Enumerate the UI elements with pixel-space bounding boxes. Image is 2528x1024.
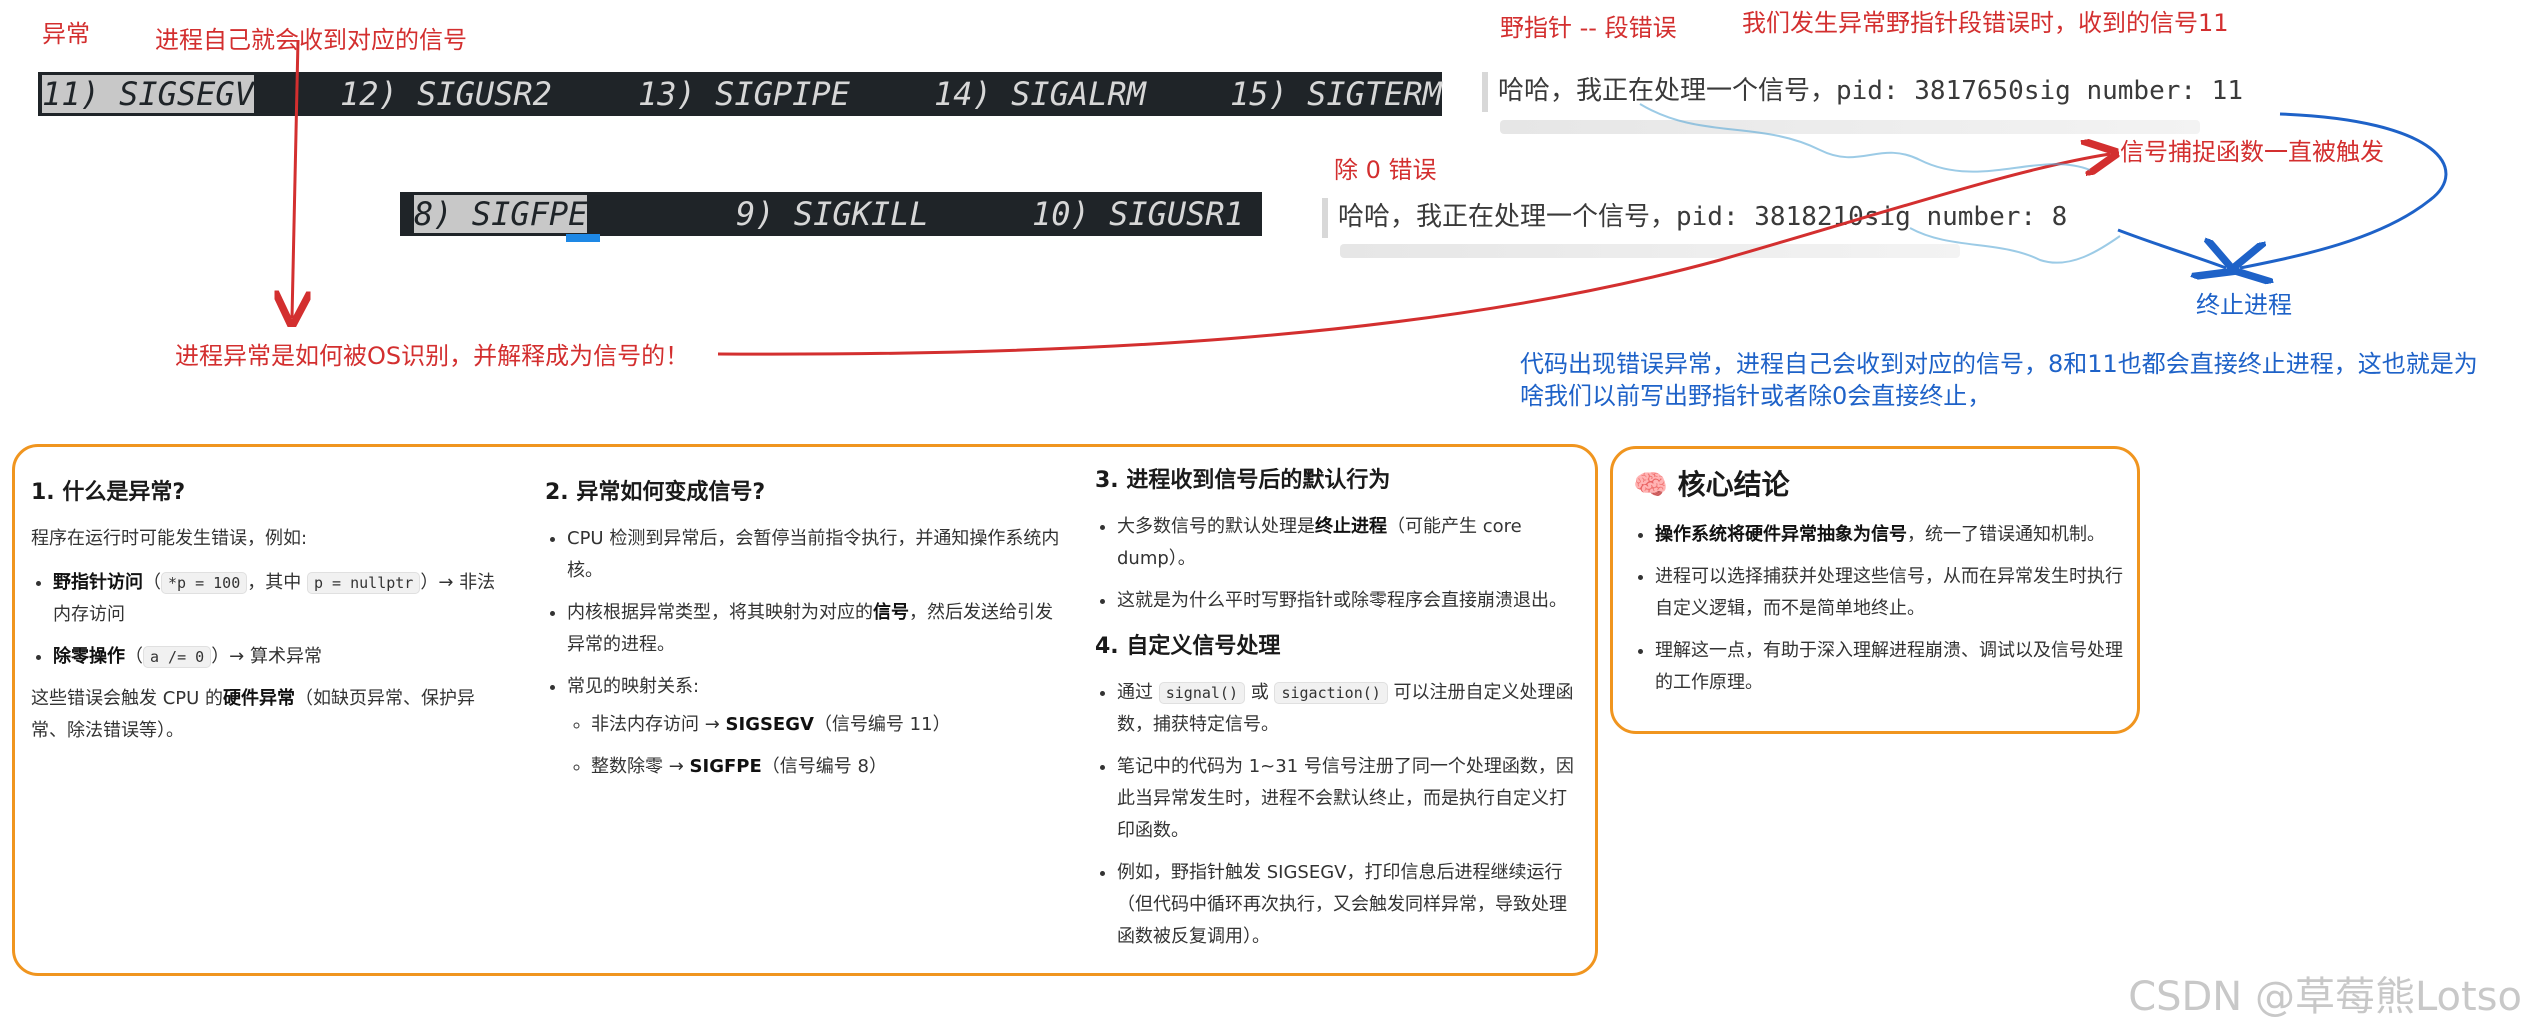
list-item: 大多数信号的默认处理是终止进程（可能产生 core dump）。: [1117, 511, 1575, 575]
list-item: 常见的映射关系: 非法内存访问 → SIGSEGV（信号编号 11） 整数除零 …: [567, 671, 1065, 783]
list-item: 除零操作（a /= 0）→ 算术异常: [53, 641, 511, 673]
output-gutter: [1322, 197, 1328, 238]
sub-list-item: 整数除零 → SIGFPE（信号编号 8）: [591, 751, 1065, 783]
annotation-handler-triggered: 信号捕捉函数一直被触发: [2120, 138, 2384, 166]
output-gutter: [1482, 71, 1488, 112]
terminal-signal-list-top: 11) SIGSEGV 12) SIGUSR2 13) SIGPIPE 14) …: [38, 72, 1442, 116]
list-item: 这就是为什么平时写野指针或除零程序会直接崩溃退出。: [1117, 585, 1575, 617]
list-item: 例如，野指针触发 SIGSEGV，打印信息后进程继续运行（但代码中循环再次执行，…: [1117, 857, 1575, 953]
conclusion-content: 🧠 核心结论 操作系统将硬件异常抽象为信号，统一了错误通知机制。 进程可以选择捕…: [1633, 469, 2123, 709]
notes-col-default-and-custom: 3. 进程收到信号后的默认行为 大多数信号的默认处理是终止进程（可能产生 cor…: [1095, 465, 1575, 963]
annotation-terminate: 终止进程: [2196, 291, 2292, 319]
annotation-explain-line1: 代码出现错误异常，进程自己会收到对应的信号，8和11也都会直接终止进程，这也就是…: [1520, 350, 2478, 378]
signal-sigterm: 15) SIGTERM: [1230, 75, 1442, 113]
annotation-explain-line2: 啥我们以前写出野指针或者除0会直接终止，: [1520, 382, 1992, 410]
annotation-segfault-signal: 我们发生异常野指针段错误时，收到的信号11: [1742, 9, 2229, 37]
outro-text: 这些错误会触发 CPU 的硬件异常（如缺页异常、保护异常、除法错误等）。: [31, 688, 476, 741]
list-item: 理解这一点，有助于深入理解进程崩溃、调试以及信号处理的工作原理。: [1655, 635, 2123, 699]
signal-sigusr1: 10) SIGUSR1: [1032, 195, 1244, 233]
signal-sigsegv: 11) SIGSEGV: [42, 75, 254, 113]
output-text-sig8: 哈哈，我正在处理一个信号，pid: 3818210sig number: 8: [1338, 202, 2068, 232]
section-title-4: 4. 自定义信号处理: [1095, 634, 1281, 659]
scribble-1: [1639, 103, 2091, 173]
list-item: 内核根据异常类型，将其映射为对应的信号，然后发送给引发异常的进程。: [567, 597, 1065, 661]
signal-sigpipe: 13) SIGPIPE: [638, 75, 850, 113]
section-title-2: 2. 异常如何变成信号?: [545, 480, 766, 505]
annotation-abnormal: 异常: [42, 20, 90, 48]
signal-sigfpe: 8) SIGFPE: [414, 195, 588, 233]
watermark: CSDN @草莓熊Lotso: [2128, 974, 2522, 1020]
section-title-1: 1. 什么是异常?: [31, 480, 186, 505]
terminal-signal-list-mid: 8) SIGFPE 9) SIGKILL 10) SIGUSR1: [400, 192, 1262, 236]
annotation-self-receive: 进程自己就会收到对应的信号: [155, 26, 467, 54]
conclusion-title: 🧠 核心结论: [1633, 468, 1790, 501]
list-item: 通过 signal() 或 sigaction() 可以注册自定义处理函数，捕获…: [1117, 677, 1575, 741]
notes-card: 1. 什么是异常? 程序在运行时可能发生错误，例如: 野指针访问（*p = 10…: [12, 444, 1598, 976]
sub-list-item: 非法内存访问 → SIGSEGV（信号编号 11）: [591, 709, 1065, 741]
annotation-wild-pointer: 野指针 -- 段错误: [1500, 14, 1677, 42]
output-line-sig11: 哈哈，我正在处理一个信号，pid: 3817650sig number: 11: [1482, 70, 2243, 112]
faded-output-line: [1340, 244, 1960, 258]
conclusion-card: 🧠 核心结论 操作系统将硬件异常抽象为信号，统一了错误通知机制。 进程可以选择捕…: [1610, 446, 2140, 734]
intro-text: 程序在运行时可能发生错误，例如:: [31, 528, 308, 549]
annotation-div-zero: 除 0 错误: [1334, 156, 1437, 184]
list-item: 笔记中的代码为 1~31 号信号注册了同一个处理函数，因此当异常发生时，进程不会…: [1117, 751, 1575, 847]
faded-output-line: [1500, 120, 2200, 134]
cursor-marker: [566, 234, 600, 242]
output-text-sig11: 哈哈，我正在处理一个信号，pid: 3817650sig number: 11: [1498, 76, 2243, 106]
section-title-3: 3. 进程收到信号后的默认行为: [1095, 468, 1391, 493]
signal-sigalrm: 14) SIGALRM: [934, 75, 1146, 113]
brain-icon: 🧠: [1633, 468, 1668, 501]
annotation-how-recognized: 进程异常是如何被OS识别，并解释成为信号的！: [175, 342, 690, 370]
list-item: 进程可以选择捕获并处理这些信号，从而在异常发生时执行自定义逻辑，而不是简单地终止…: [1655, 561, 2123, 625]
list-item: 野指针访问（*p = 100，其中 p = nullptr）→ 非法内存访问: [53, 567, 511, 631]
blue-arrow-sig8: [2117, 228, 2226, 268]
signal-sigkill: 9) SIGKILL: [736, 195, 929, 233]
list-item: 操作系统将硬件异常抽象为信号，统一了错误通知机制。: [1655, 519, 2123, 551]
list-item: CPU 检测到异常后，会暂停当前指令执行，并通知操作系统内核。: [567, 523, 1065, 587]
signal-sigusr2: 12) SIGUSR2: [340, 75, 552, 113]
notes-col-exception-to-signal: 2. 异常如何变成信号? CPU 检测到异常后，会暂停当前指令执行，并通知操作系…: [545, 477, 1065, 793]
notes-col-what-is-exception: 1. 什么是异常? 程序在运行时可能发生错误，例如: 野指针访问（*p = 10…: [31, 477, 511, 759]
output-line-sig8: 哈哈，我正在处理一个信号，pid: 3818210sig number: 8: [1322, 196, 2067, 238]
